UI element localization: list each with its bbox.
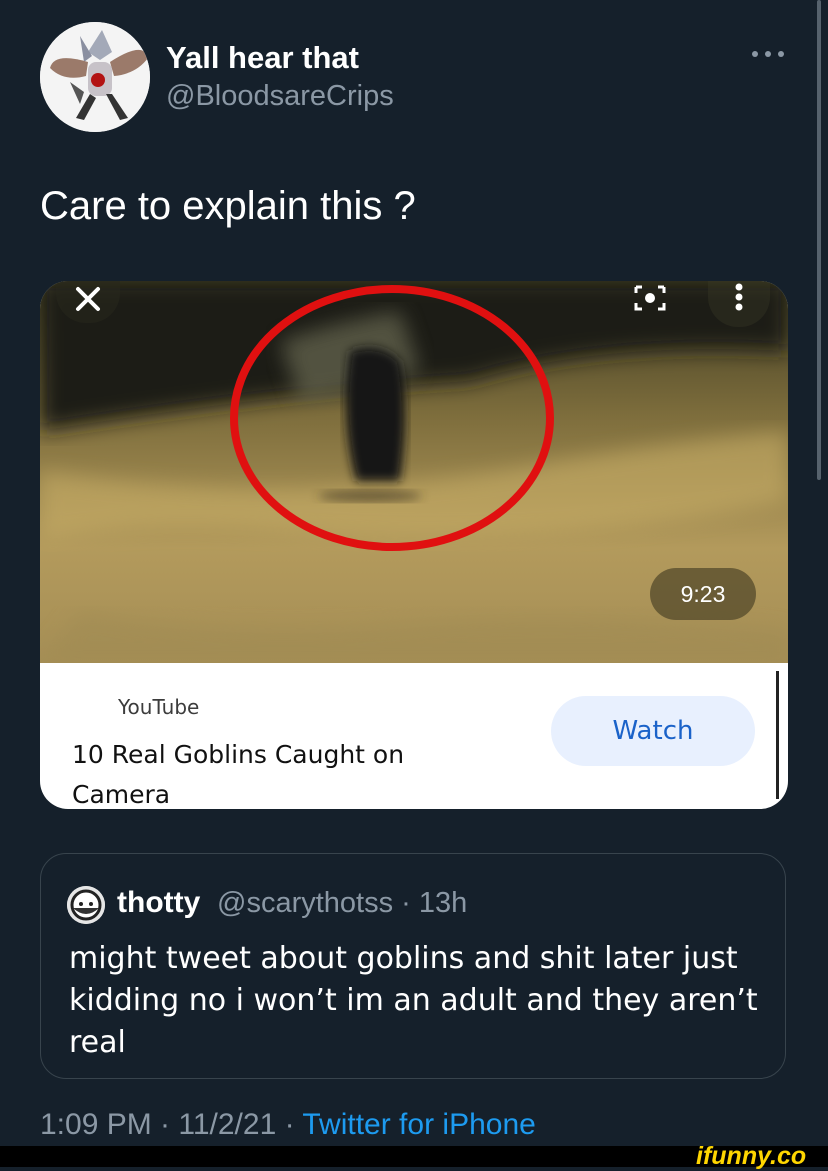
quote-display-name[interactable]: thotty <box>117 886 200 920</box>
video-duration: 9:23 <box>650 568 756 620</box>
quote-avatar[interactable] <box>67 886 105 924</box>
link-card[interactable]: 9:23 YouTube 10 Real Goblins Caught on C… <box>40 281 788 809</box>
display-name[interactable]: Yall hear that <box>166 40 359 76</box>
cast-icon[interactable] <box>628 281 672 315</box>
card-source: YouTube <box>118 695 200 719</box>
tweet-text: Care to explain this ? <box>40 184 416 228</box>
quote-avatar-icon <box>67 886 105 924</box>
client-link[interactable]: Twitter for iPhone <box>302 1108 535 1141</box>
quote-text: might tweet about goblins and shit later… <box>69 941 758 1060</box>
quote-meta: @scarythotss · 13h <box>217 887 468 919</box>
watch-button[interactable]: Watch <box>551 696 755 766</box>
more-horizontal-icon[interactable] <box>752 44 786 64</box>
tweet-footer: 1:09 PM · 11/2/21 · Twitter for iPhone <box>40 1108 536 1142</box>
close-icon[interactable] <box>56 281 120 323</box>
card-scrollbar <box>776 671 779 799</box>
card-title[interactable]: 10 Real Goblins Caught on Camera <box>72 735 492 809</box>
avatar-icon <box>40 22 150 132</box>
user-handle[interactable]: @BloodsareCrips <box>166 80 394 113</box>
avatar[interactable] <box>40 22 150 132</box>
scroll-indicator[interactable] <box>817 0 821 480</box>
timestamp: 1:09 PM · 11/2/21 · <box>40 1108 303 1141</box>
quoted-tweet[interactable]: thotty @scarythotss · 13h might tweet ab… <box>40 853 786 1079</box>
more-vertical-icon[interactable] <box>708 281 770 327</box>
